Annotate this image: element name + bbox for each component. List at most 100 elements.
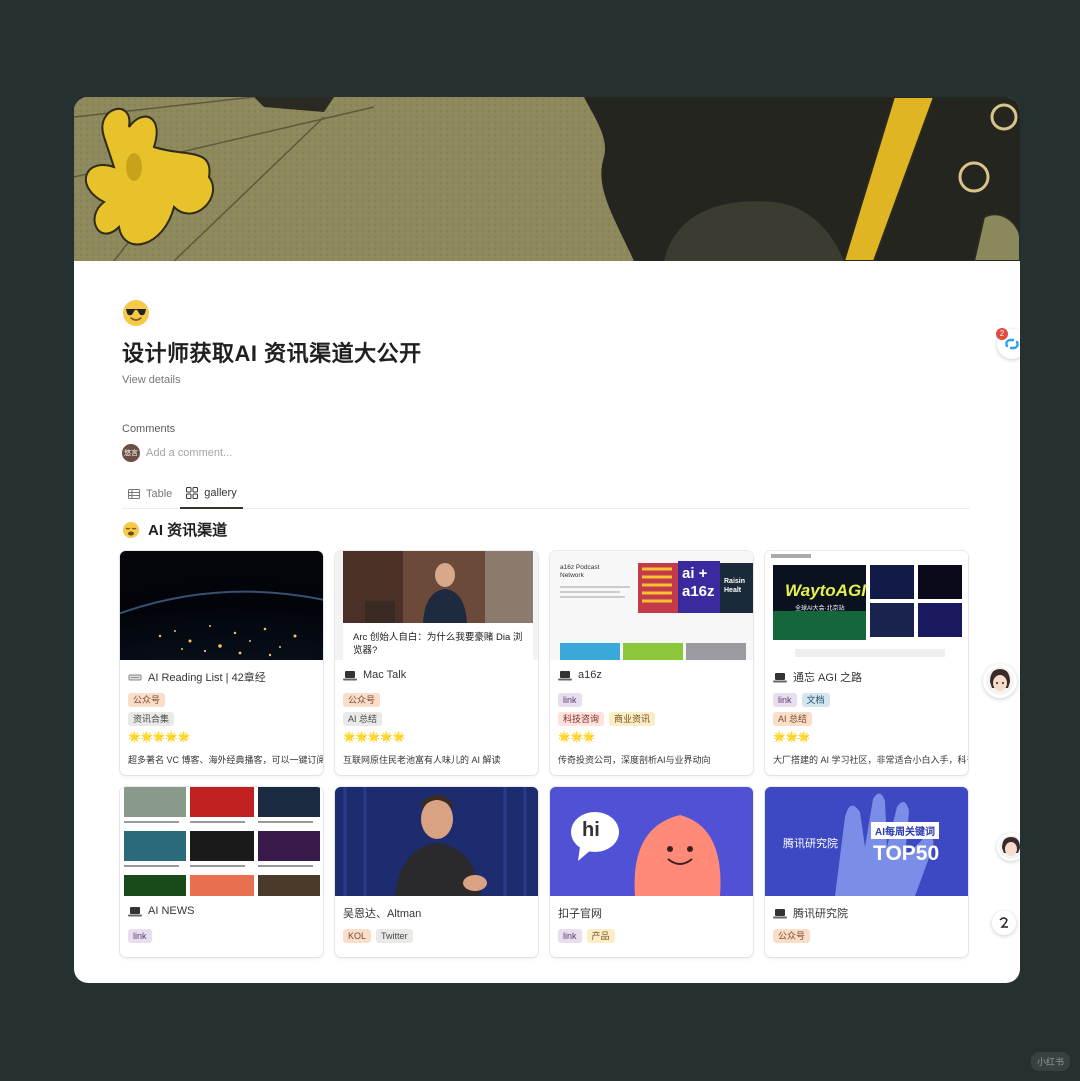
card-title: AI Reading List | 42章经 bbox=[128, 669, 266, 685]
avatar: 悠言 bbox=[122, 444, 140, 462]
rating-stars: 🌟🌟🌟🌟🌟 bbox=[343, 732, 406, 743]
table-icon bbox=[128, 489, 140, 499]
card-thumbnail: Arc 创始人自白：为什么我要豪赌 Dia 浏览器? bbox=[335, 551, 538, 660]
avatar[interactable] bbox=[983, 664, 1017, 698]
tag-list: 资讯合集 bbox=[128, 712, 179, 726]
tag: 公众号 bbox=[773, 929, 811, 943]
tag: 公众号 bbox=[343, 693, 381, 707]
card-name: 扣子官网 bbox=[558, 908, 602, 920]
tab-label: Table bbox=[146, 488, 173, 500]
tag: Twitter bbox=[376, 929, 413, 943]
tag-list: AI 总结 bbox=[343, 712, 387, 726]
thumb-caption: hi bbox=[582, 819, 600, 841]
section-heading: AI 资讯渠道 bbox=[122, 519, 227, 540]
tag: 科技咨询 bbox=[558, 712, 605, 726]
card-description: 大厂搭建的 AI 学习社区，非常适合小白入手，科普 bbox=[773, 755, 968, 765]
gallery-card[interactable]: 吴恩达、Altman KOL Twitter bbox=[335, 787, 538, 957]
card-thumbnail: hi bbox=[550, 787, 753, 896]
thumb-text: AI每周关键词 bbox=[871, 822, 939, 839]
card-name: AI Reading List | 42章经 bbox=[148, 672, 266, 684]
tab-gallery[interactable]: gallery bbox=[180, 479, 243, 509]
card-thumbnail: a16z Podcast Network ai + a16z Raisin He… bbox=[550, 551, 753, 660]
gallery-card[interactable]: Arc 创始人自白：为什么我要豪赌 Dia 浏览器? Mac Talk 公众号 … bbox=[335, 551, 538, 775]
thumb-caption: WaytoAGI bbox=[785, 581, 866, 600]
avatar[interactable] bbox=[997, 833, 1020, 861]
view-details-link[interactable]: View details bbox=[122, 374, 970, 386]
card-name: AI NEWS bbox=[148, 905, 195, 917]
tab-label: gallery bbox=[204, 487, 237, 499]
tag-list: KOL Twitter bbox=[343, 929, 418, 943]
card-title: a16z bbox=[558, 669, 602, 681]
tag: 资讯合集 bbox=[128, 712, 175, 726]
watermark: 小红书 bbox=[1030, 1052, 1070, 1071]
tag-list: 公众号 bbox=[773, 929, 815, 943]
tag: AI 总结 bbox=[773, 712, 813, 726]
card-thumbnail: 腾讯研究院 AI每周关键词 TOP50 bbox=[765, 787, 968, 896]
thumb-caption: Arc 创始人自白：为什么我要豪赌 Dia 浏览器? bbox=[353, 632, 523, 656]
tag: link bbox=[558, 693, 582, 707]
tag: link bbox=[773, 693, 797, 707]
cover-image[interactable] bbox=[74, 97, 1020, 261]
tab-table[interactable]: Table bbox=[122, 479, 178, 509]
gallery-card[interactable]: WaytoAGI 全球AI大会·北京站 通忘 AGI 之路 link 文档 AI… bbox=[765, 551, 968, 775]
comment-composer[interactable]: 悠言 Add a comment... bbox=[122, 444, 970, 462]
card-description: 传奇投资公司，深度剖析AI与业界动向 bbox=[558, 755, 711, 765]
page-content: 设计师获取AI 资讯渠道大公开 View details Comments 悠言… bbox=[120, 299, 970, 957]
card-title: 通忘 AGI 之路 bbox=[773, 669, 862, 685]
laptop-icon bbox=[558, 670, 572, 680]
sketch-avatar-icon bbox=[994, 913, 1014, 933]
tag: 产品 bbox=[586, 929, 615, 943]
card-thumbnail bbox=[120, 551, 323, 660]
gallery-card[interactable]: a16z Podcast Network ai + a16z Raisin He… bbox=[550, 551, 753, 775]
gallery-card[interactable]: hi 扣子官网 link 产品 bbox=[550, 787, 753, 957]
card-title: 扣子官网 bbox=[558, 905, 602, 921]
rating-stars: 🌟🌟🌟🌟🌟 bbox=[128, 732, 191, 743]
gallery-icon bbox=[186, 487, 199, 499]
sunglasses-emoji-icon[interactable] bbox=[122, 299, 150, 327]
notification-badge: 2 bbox=[996, 328, 1008, 340]
card-title: AI NEWS bbox=[128, 905, 194, 917]
tag: 商业资讯 bbox=[609, 712, 656, 726]
card-name: a16z bbox=[578, 669, 602, 681]
notion-window: 设计师获取AI 资讯渠道大公开 View details Comments 悠言… bbox=[74, 97, 1020, 983]
section-title: AI 资讯渠道 bbox=[148, 522, 228, 539]
card-thumbnail bbox=[120, 787, 323, 896]
card-name: 吴恩达、Altman bbox=[343, 908, 422, 920]
gallery-card[interactable]: AI Reading List | 42章经 公众号 资讯合集 🌟🌟🌟🌟🌟 超多… bbox=[120, 551, 323, 775]
card-title: Mac Talk bbox=[343, 669, 406, 681]
thumb-text: 全球AI大会·北京站 bbox=[795, 606, 845, 612]
tag-list: 科技咨询 商业资讯 bbox=[558, 712, 660, 726]
avatar[interactable] bbox=[992, 911, 1016, 935]
tag-list: link 产品 bbox=[558, 929, 620, 943]
rating-stars: 🌟🌟🌟 bbox=[773, 732, 811, 743]
tag-list: link bbox=[128, 929, 157, 943]
tag: 公众号 bbox=[128, 693, 166, 707]
gallery-card[interactable]: 腾讯研究院 AI每周关键词 TOP50 腾讯研究院 公众号 bbox=[765, 787, 968, 957]
laptop-icon bbox=[773, 908, 787, 918]
thumb-text: TOP50 bbox=[873, 842, 940, 865]
card-title: 吴恩达、Altman bbox=[343, 905, 421, 921]
comment-input[interactable]: Add a comment... bbox=[146, 447, 232, 459]
rating-stars: 🌟🌟🌟 bbox=[558, 732, 596, 743]
thumb-text: a16z bbox=[682, 583, 715, 600]
card-description: 互联网原住民老池富有人味儿的 AI 解读 bbox=[343, 755, 501, 765]
thumb-text: Raisin Healt bbox=[724, 578, 746, 594]
page-title[interactable]: 设计师获取AI 资讯渠道大公开 bbox=[122, 336, 970, 368]
tag-list: 公众号 bbox=[128, 693, 170, 707]
card-description: 超多著名 VC 博客、海外经典播客，可以一键订阅 bbox=[128, 755, 323, 765]
tag: 文档 bbox=[801, 693, 830, 707]
tag-list: link 文档 bbox=[773, 693, 835, 707]
laptop-icon bbox=[128, 906, 142, 916]
tag-list: AI 总结 bbox=[773, 712, 817, 726]
sleepy-face-emoji-icon bbox=[123, 521, 139, 538]
laptop-icon bbox=[343, 670, 357, 680]
laptop-icon bbox=[773, 672, 787, 682]
thumb-text: ai + bbox=[682, 565, 708, 582]
thumb-caption: 腾讯研究院 bbox=[783, 838, 838, 850]
gallery-card[interactable]: AI NEWS link bbox=[120, 787, 323, 957]
girl-avatar-icon bbox=[986, 667, 1014, 695]
card-name: 腾讯研究院 bbox=[793, 908, 848, 920]
thumb-caption: a16z Podcast Network bbox=[560, 564, 600, 579]
tag: KOL bbox=[343, 929, 372, 943]
keyboard-icon bbox=[128, 674, 142, 680]
